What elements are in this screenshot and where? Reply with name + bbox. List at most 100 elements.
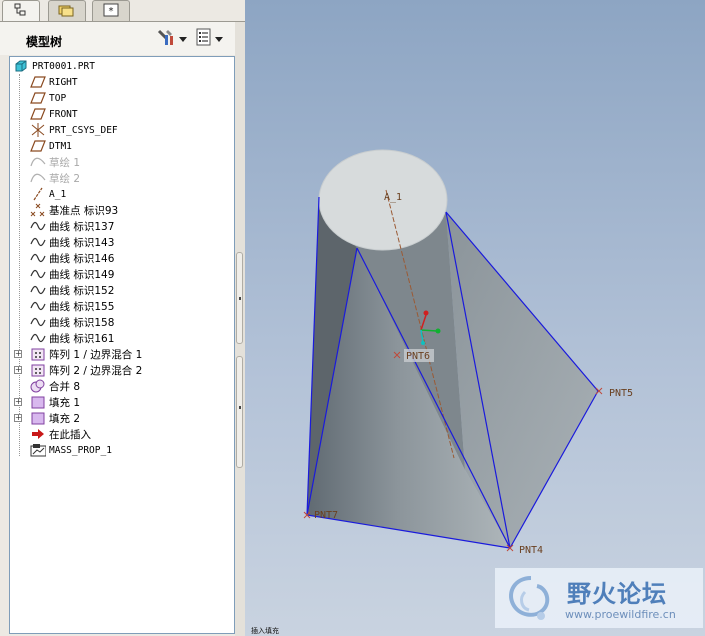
tree-item-label: MASS_PROP_1 (49, 444, 112, 456)
tree-item[interactable]: 曲线 标识149 (30, 266, 114, 282)
part-icon (13, 59, 29, 73)
tree-item[interactable]: 合并 8 (30, 378, 80, 394)
curve-icon (30, 331, 46, 345)
axis-label: A_1 (384, 192, 402, 203)
tree-item-label: 曲线 标识137 (49, 220, 115, 233)
datum-plane-icon (30, 91, 46, 105)
tree-item-label: RIGHT (49, 76, 78, 88)
watermark-logo-icon (501, 572, 561, 630)
datum-plane-icon (30, 139, 46, 153)
splitter-handle-bottom[interactable] (236, 356, 243, 468)
model-tree-icon (13, 2, 29, 21)
tree-item-label: 曲线 标识149 (49, 268, 115, 281)
folder-icon (58, 2, 76, 21)
tree-item-label: A_1 (49, 188, 67, 200)
tree-item-label: 曲线 标识152 (49, 284, 115, 297)
analysis-icon (30, 443, 46, 457)
axis-icon (30, 187, 46, 201)
tree-item[interactable]: 填充 2 (30, 410, 80, 426)
tree-item-label: 曲线 标识158 (49, 316, 115, 329)
list-icon (196, 28, 212, 50)
status-message: 插入填充 (251, 627, 279, 635)
tree-item[interactable]: 在此插入 (30, 426, 91, 442)
model-view[interactable]: A_1 PNT6 PNT5 PNT7 PNT4 (245, 0, 705, 636)
tree-item-label: 在此插入 (49, 428, 91, 441)
graphics-viewport[interactable]: A_1 PNT6 PNT5 PNT7 PNT4 插入填充 (245, 0, 705, 636)
fill-icon (30, 411, 46, 425)
curve-icon (30, 283, 46, 297)
curve-icon (30, 299, 46, 313)
tree-item[interactable]: PRT_CSYS_DEF (30, 122, 118, 138)
tree-item[interactable]: 草绘 2 (30, 170, 80, 186)
tree-item[interactable]: 草绘 1 (30, 154, 80, 170)
favorites-icon: * (103, 2, 119, 21)
curve-icon (30, 251, 46, 265)
favorites-tab[interactable]: * (92, 0, 130, 21)
settings-menu-button[interactable] (156, 28, 187, 50)
curve-icon (30, 267, 46, 281)
datum-plane-icon (30, 107, 46, 121)
pnt6-label: PNT6 (406, 351, 430, 362)
tree-item[interactable]: MASS_PROP_1 (30, 442, 112, 458)
tree-item-label: PRT_CSYS_DEF (49, 124, 118, 136)
tree-item[interactable]: 曲线 标识161 (30, 330, 114, 346)
expand-toggle[interactable]: + (14, 350, 22, 358)
tree-item-label: 合并 8 (49, 380, 81, 393)
splitter-handle-top[interactable] (236, 252, 243, 344)
tree-item-label: 阵列 1 / 边界混合 1 (49, 348, 143, 361)
tree-item-label: FRONT (49, 108, 78, 120)
tree-item[interactable]: 基准点 标识93 (30, 202, 118, 218)
top-cap (318, 149, 448, 251)
model-tree: PRT0001.PRT RIGHT TOP FRONT PRT_CSYS_DEF DTM1… (9, 56, 235, 634)
tree-item[interactable]: 曲线 标识155 (30, 298, 114, 314)
tree-item[interactable]: A_1 (30, 186, 66, 202)
show-menu-button[interactable] (196, 28, 223, 50)
tree-item[interactable]: 曲线 标识146 (30, 250, 114, 266)
tree-item-label: 阵列 2 / 边界混合 2 (49, 364, 143, 377)
datum-point-icon (30, 203, 46, 217)
tree-item[interactable]: 曲线 标识152 (30, 282, 114, 298)
pnt7-label: PNT7 (314, 510, 338, 521)
pnt4-label: PNT4 (519, 545, 543, 556)
watermark-url: www.proewildfire.cn (565, 608, 676, 621)
tree-item[interactable]: TOP (30, 90, 66, 106)
tree-item[interactable]: 填充 1 (30, 394, 80, 410)
tree-item-label: 曲线 标识143 (49, 236, 115, 249)
tree-item[interactable]: FRONT (30, 106, 78, 122)
expand-toggle[interactable]: + (14, 414, 22, 422)
insert-here-icon (30, 427, 46, 441)
folder-browser-tab[interactable] (48, 0, 86, 21)
tree-item[interactable]: 阵列 2 / 边界混合 2 (30, 362, 142, 378)
tree-item-label: 曲线 标识155 (49, 300, 115, 313)
csys-icon (30, 123, 46, 137)
tree-item[interactable]: 阵列 1 / 边界混合 1 (30, 346, 142, 362)
sketch-icon (30, 171, 46, 185)
tree-item-label: 填充 2 (49, 412, 81, 425)
curve-icon (30, 235, 46, 249)
tree-item-label: 填充 1 (49, 396, 81, 409)
tree-item[interactable]: PRT0001.PRT (13, 58, 95, 74)
model-tree-title: 模型树 (26, 35, 63, 49)
model-tree-tab[interactable] (2, 0, 40, 22)
tree-item[interactable]: 曲线 标识143 (30, 234, 114, 250)
curve-icon (30, 219, 46, 233)
tree-item[interactable]: 曲线 标识137 (30, 218, 114, 234)
tree-item[interactable]: RIGHT (30, 74, 78, 90)
tree-item[interactable]: 曲线 标识158 (30, 314, 114, 330)
tools-icon (156, 28, 176, 50)
expand-toggle[interactable]: + (14, 398, 22, 406)
navigator-panel: * 模型树 PRT0001.PRT RIGHT TOP FRONT PRT_CSYS_D… (0, 0, 245, 636)
pnt5-label: PNT5 (609, 388, 633, 399)
watermark-title: 野火论坛 (567, 580, 667, 608)
tree-item-label: 基准点 标识93 (49, 204, 119, 217)
model-tree-header: 模型树 (0, 22, 235, 55)
pattern-icon (30, 347, 46, 361)
tree-item-label: 草绘 2 (49, 172, 81, 185)
pattern-icon (30, 363, 46, 377)
watermark: 野火论坛 www.proewildfire.cn (495, 568, 703, 628)
expand-toggle[interactable]: + (14, 366, 22, 374)
panel-splitter[interactable] (235, 22, 245, 636)
fill-icon (30, 395, 46, 409)
tree-item[interactable]: DTM1 (30, 138, 72, 154)
tree-item-label: 草绘 1 (49, 156, 81, 169)
